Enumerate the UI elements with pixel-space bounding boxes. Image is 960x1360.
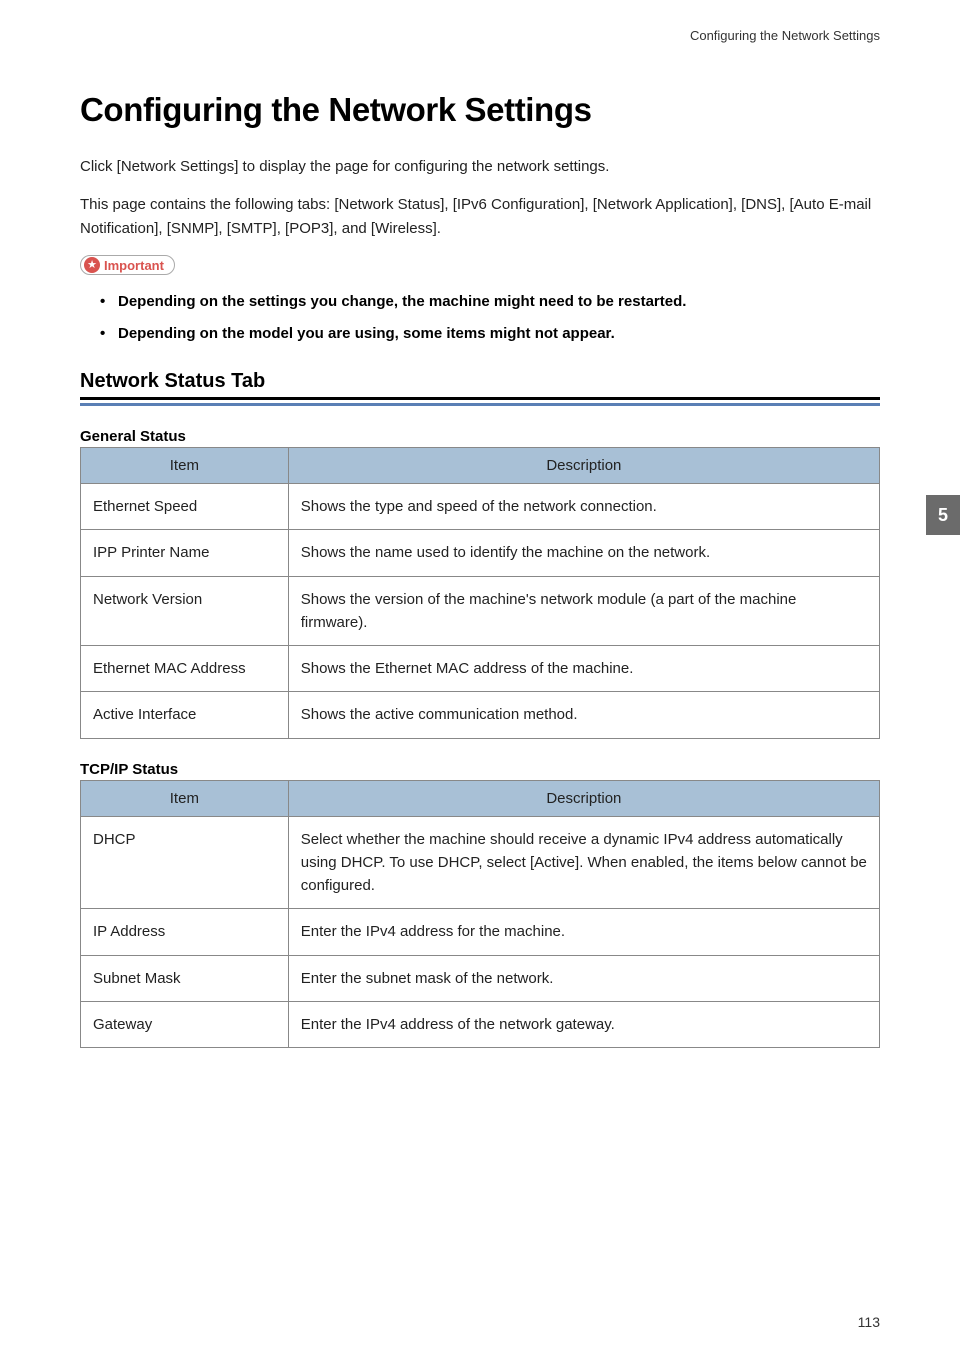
cell-description: Select whether the machine should receiv… [288,816,879,909]
table-row: Network Version Shows the version of the… [81,576,880,646]
table-row: Ethernet MAC Address Shows the Ethernet … [81,646,880,692]
cell-description: Shows the name used to identify the mach… [288,530,879,576]
cell-description: Shows the Ethernet MAC address of the ma… [288,646,879,692]
star-icon: ★ [84,257,100,273]
table-row: Subnet Mask Enter the subnet mask of the… [81,955,880,1001]
cell-description: Enter the subnet mask of the network. [288,955,879,1001]
cell-item: Subnet Mask [81,955,289,1001]
important-badge: ★ Important [80,255,175,275]
page-title: Configuring the Network Settings [80,91,880,129]
table-header-item: Item [81,448,289,484]
important-bullets: Depending on the settings you change, th… [80,289,880,346]
subheading-tcpip-status: TCP/IP Status [80,761,880,778]
cell-item: Active Interface [81,692,289,738]
chapter-tab: 5 [926,495,960,535]
page-number: 113 [858,1314,880,1330]
important-label: Important [104,258,164,273]
cell-description: Enter the IPv4 address for the machine. [288,909,879,955]
table-row: Active Interface Shows the active commun… [81,692,880,738]
cell-item: Network Version [81,576,289,646]
cell-item: DHCP [81,816,289,909]
table-header-description: Description [288,780,879,816]
cell-description: Shows the active communication method. [288,692,879,738]
intro-paragraph-2: This page contains the following tabs: [… [80,193,880,241]
cell-item: Gateway [81,1001,289,1047]
bullet-item: Depending on the model you are using, so… [100,321,880,347]
cell-description: Shows the type and speed of the network … [288,484,879,530]
tcpip-status-table: Item Description DHCP Select whether the… [80,780,880,1049]
section-rule [80,403,880,406]
table-row: IP Address Enter the IPv4 address for th… [81,909,880,955]
cell-item: IPP Printer Name [81,530,289,576]
intro-paragraph-1: Click [Network Settings] to display the … [80,155,880,179]
cell-item: Ethernet MAC Address [81,646,289,692]
section-heading-network-status: Network Status Tab [80,370,880,400]
table-row: IPP Printer Name Shows the name used to … [81,530,880,576]
table-row: Gateway Enter the IPv4 address of the ne… [81,1001,880,1047]
table-header-description: Description [288,448,879,484]
table-header-item: Item [81,780,289,816]
running-header: Configuring the Network Settings [80,28,880,43]
subheading-general-status: General Status [80,428,880,445]
cell-item: Ethernet Speed [81,484,289,530]
cell-description: Shows the version of the machine's netwo… [288,576,879,646]
cell-item: IP Address [81,909,289,955]
table-row: Ethernet Speed Shows the type and speed … [81,484,880,530]
bullet-item: Depending on the settings you change, th… [100,289,880,315]
general-status-table: Item Description Ethernet Speed Shows th… [80,447,880,739]
cell-description: Enter the IPv4 address of the network ga… [288,1001,879,1047]
table-row: DHCP Select whether the machine should r… [81,816,880,909]
